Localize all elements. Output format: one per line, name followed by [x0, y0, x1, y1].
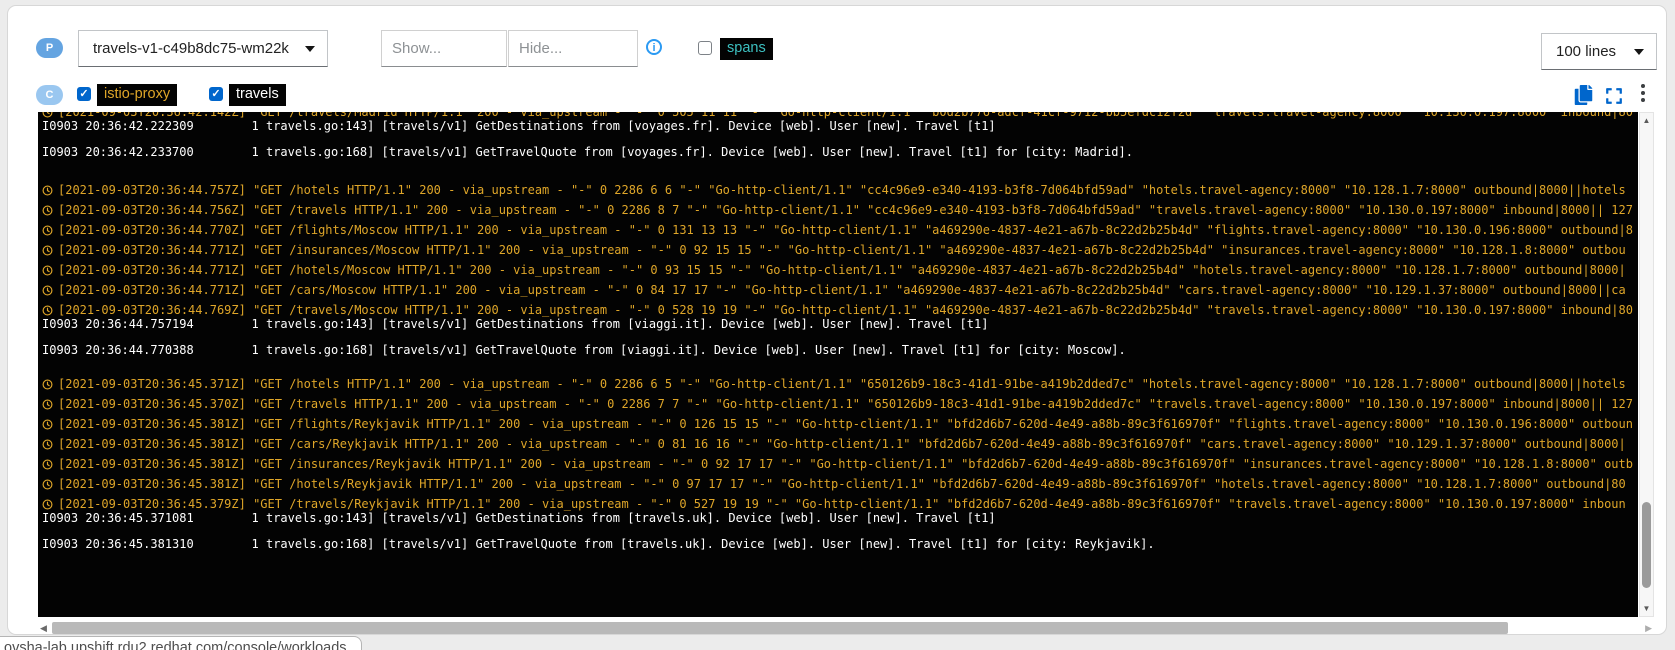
- lines-count-select[interactable]: 100 lines: [1541, 33, 1657, 70]
- vertical-scrollbar[interactable]: ▲ ▼: [1639, 112, 1654, 617]
- app-log-line: I0903 20:36:44.770388 1 travels.go:168] …: [42, 340, 1638, 360]
- chevron-down-icon: [305, 46, 315, 52]
- proxy-log-line: [2021-09-03T20:36:45.381Z] "GET /cars/Re…: [42, 434, 1638, 454]
- log-line-gap: [42, 360, 1638, 374]
- log-line-gap: [42, 162, 1638, 180]
- clock-icon: [42, 245, 53, 256]
- app-log-line: I0903 20:36:45.381310 1 travels.go:168] …: [42, 534, 1638, 554]
- clock-icon: [42, 379, 53, 390]
- clock-icon: [42, 479, 53, 490]
- clock-icon: [42, 265, 53, 276]
- container-checkbox-istio-proxy[interactable]: ✓: [77, 87, 91, 101]
- proxy-log-line: [2021-09-03T20:36:44.756Z] "GET /travels…: [42, 200, 1638, 220]
- kebab-menu-icon[interactable]: [1641, 84, 1645, 102]
- chevron-down-icon: [1634, 49, 1644, 55]
- container-label-istio-proxy: istio-proxy: [97, 84, 177, 106]
- container-label-travels: travels: [229, 84, 286, 106]
- pod-select[interactable]: travels-v1-c49b8dc75-wm22k: [78, 30, 328, 67]
- lines-count-value: 100 lines: [1556, 43, 1616, 60]
- clock-icon: [42, 285, 53, 296]
- clock-icon: [42, 205, 53, 216]
- logs-card: P travels-v1-c49b8dc75-wm22k i spans 100…: [7, 5, 1667, 635]
- copy-icon[interactable]: [1574, 85, 1593, 110]
- proxy-log-line: [2021-09-03T20:36:45.381Z] "GET /hotels/…: [42, 474, 1638, 494]
- clock-icon: [42, 459, 53, 470]
- vertical-scrollbar-thumb[interactable]: [1642, 502, 1651, 588]
- status-url-tooltip: ovsha-lab.upshift.rdu2.redhat.com/consol…: [0, 636, 362, 650]
- horizontal-scrollbar-thumb[interactable]: [52, 622, 1508, 634]
- proxy-log-line: [2021-09-03T20:36:44.771Z] "GET /hotels/…: [42, 260, 1638, 280]
- proxy-log-line: [2021-09-03T20:36:44.771Z] "GET /cars/Mo…: [42, 280, 1638, 300]
- proxy-log-line: [2021-09-03T20:36:44.757Z] "GET /hotels …: [42, 180, 1638, 200]
- horizontal-scrollbar[interactable]: ◀ ▶: [38, 622, 1654, 635]
- proxy-log-line: [2021-09-03T20:36:45.370Z] "GET /travels…: [42, 394, 1638, 414]
- show-filter-input[interactable]: [381, 30, 507, 67]
- clock-icon: [42, 185, 53, 196]
- spans-label: spans: [720, 38, 773, 60]
- scroll-up-arrow-icon[interactable]: ▲: [1640, 116, 1653, 125]
- clock-icon: [42, 399, 53, 410]
- info-icon[interactable]: i: [646, 39, 662, 55]
- expand-icon[interactable]: [1605, 87, 1623, 110]
- clock-icon: [42, 439, 53, 450]
- pod-badge: P: [36, 38, 63, 58]
- hide-filter-input[interactable]: [508, 30, 638, 67]
- proxy-log-line: [2021-09-03T20:36:44.771Z] "GET /insuran…: [42, 240, 1638, 260]
- spans-checkbox[interactable]: [698, 41, 712, 55]
- container-checkbox-travels[interactable]: ✓: [209, 87, 223, 101]
- clock-icon: [42, 419, 53, 430]
- proxy-log-line: [2021-09-03T20:36:45.371Z] "GET /hotels …: [42, 374, 1638, 394]
- pod-select-value: travels-v1-c49b8dc75-wm22k: [93, 40, 289, 57]
- proxy-log-line: [2021-09-03T20:36:44.770Z] "GET /flights…: [42, 220, 1638, 240]
- app-log-line: I0903 20:36:42.233700 1 travels.go:168] …: [42, 142, 1638, 162]
- scroll-down-arrow-icon[interactable]: ▼: [1640, 604, 1653, 613]
- scroll-right-arrow-icon[interactable]: ▶: [1645, 623, 1652, 634]
- proxy-log-line: [2021-09-03T20:36:45.381Z] "GET /flights…: [42, 414, 1638, 434]
- container-badge: C: [36, 85, 63, 105]
- clock-icon: [42, 225, 53, 236]
- scroll-left-arrow-icon[interactable]: ◀: [40, 623, 47, 634]
- proxy-log-line: [2021-09-03T20:36:45.381Z] "GET /insuran…: [42, 454, 1638, 474]
- log-console[interactable]: [2021-09-03T20:36:42.142Z] "GET /travels…: [38, 112, 1638, 617]
